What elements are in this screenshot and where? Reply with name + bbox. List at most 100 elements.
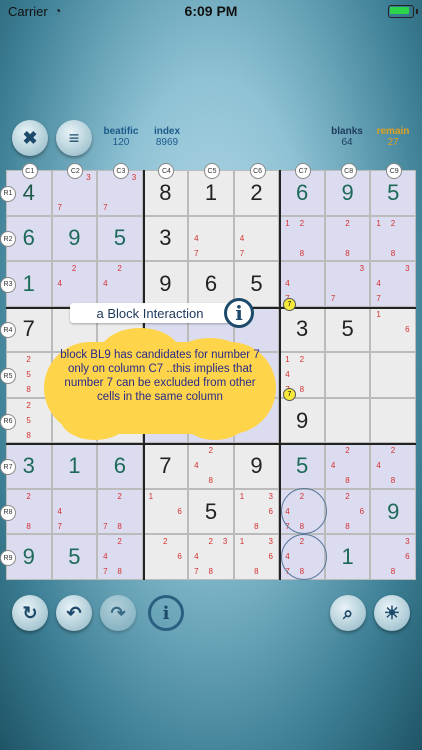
cell-value: 9	[387, 498, 400, 524]
candidate: 4	[194, 461, 199, 471]
board-cell[interactable]: 248	[370, 443, 416, 489]
column-label: C1	[21, 163, 38, 179]
cell-value: 5	[68, 544, 81, 570]
board-cell[interactable]: 26	[142, 534, 189, 580]
candidate: 8	[390, 248, 396, 258]
menu-button[interactable]: ≡	[56, 120, 92, 156]
board-cell[interactable]: 24	[51, 261, 98, 307]
board-cell[interactable]: 9	[233, 443, 280, 489]
board-cell[interactable]: 248	[188, 443, 234, 489]
candidate: 2	[117, 491, 122, 501]
board-cell[interactable]	[370, 397, 416, 444]
board-cell[interactable]: 1	[324, 534, 371, 580]
board-cell[interactable]: 9	[279, 397, 325, 444]
board-cell[interactable]: 12 8	[279, 215, 325, 262]
board-cell[interactable]: 6	[97, 443, 143, 489]
candidate: 7	[194, 567, 199, 577]
beatific-stat: beatific 120	[103, 126, 139, 148]
candidate: 2	[208, 446, 213, 456]
board-cell[interactable]: 47	[188, 215, 234, 262]
board-cell[interactable]: 9	[370, 488, 416, 535]
candidate: 3	[268, 537, 273, 547]
lightbulb-icon: ☀	[383, 602, 401, 623]
remain-stat: remain 27	[376, 126, 410, 148]
candidate: 8	[345, 248, 350, 258]
candidate: 2	[26, 491, 31, 501]
board-cell[interactable]: 12 8	[370, 215, 416, 262]
board-cell[interactable]: 47	[233, 215, 280, 262]
search-icon: ⌕	[342, 602, 354, 623]
board-cell[interactable]: 7	[142, 443, 189, 489]
candidate: 7	[57, 203, 62, 212]
candidate: 6	[177, 506, 182, 516]
hint-button[interactable]: ☀	[374, 595, 410, 631]
status-bar: Carrier ◔ 6:09 PM	[0, 0, 422, 22]
candidate: 1	[148, 491, 154, 501]
elimination-ring	[281, 488, 327, 534]
candidate: 1	[376, 218, 381, 228]
candidate: 8	[208, 476, 213, 486]
undo-button[interactable]: ↶	[56, 595, 92, 631]
board-cell[interactable]: 6	[188, 261, 234, 307]
search-button[interactable]: ⌕	[330, 595, 366, 631]
candidate: 2	[299, 218, 305, 228]
tip-title: a Block Interaction	[70, 303, 230, 323]
cell-value: 6	[204, 270, 218, 296]
candidate: 8	[26, 521, 31, 531]
tip-info-button[interactable]: i	[224, 298, 254, 328]
candidate: 2	[117, 264, 122, 274]
board-cell[interactable]: 23 4 78	[188, 534, 234, 580]
candidate: 7	[330, 294, 336, 304]
highlight-seven-mark: 7	[283, 298, 296, 311]
info-button[interactable]: i	[148, 595, 184, 631]
board-cell[interactable]: 24 78	[97, 534, 143, 580]
candidate: 8	[208, 567, 213, 577]
board-cell[interactable]: 1 3 68	[233, 534, 280, 580]
board-cell[interactable]: 5	[279, 443, 325, 489]
candidate: 6	[405, 552, 410, 562]
board-cell[interactable]	[370, 352, 416, 398]
board-cell[interactable]: 1 3 68	[233, 488, 280, 535]
close-button[interactable]: ✖	[12, 120, 48, 156]
board-cell[interactable]: 37	[324, 261, 371, 307]
cell-value: 1	[341, 544, 354, 570]
redo-button[interactable]: ↷	[100, 595, 136, 631]
board-cell[interactable]: 5	[51, 534, 98, 580]
candidate: 6	[405, 324, 410, 334]
candidate: 5	[26, 415, 31, 425]
board-cell[interactable]: 9	[51, 215, 98, 262]
board-cell[interactable]: 5	[324, 306, 371, 353]
board-cell[interactable]	[324, 397, 371, 444]
candidate: 1	[285, 355, 290, 365]
board-cell[interactable]: 16	[142, 488, 189, 535]
board-cell[interactable]: 1	[51, 443, 98, 489]
row-label: R3	[0, 276, 16, 293]
candidate: 4	[57, 506, 62, 516]
board-cell[interactable]: 9	[142, 261, 189, 307]
refresh-button[interactable]: ↻	[12, 595, 48, 631]
cell-value: 1	[68, 453, 81, 479]
candidate: 3	[131, 173, 137, 182]
board-cell[interactable]: 248	[324, 443, 371, 489]
board-cell[interactable]: 3 4 7	[370, 261, 416, 307]
candidate: 6	[359, 506, 365, 516]
board-cell[interactable]: 5	[97, 215, 143, 262]
board-cell[interactable]: 3	[142, 215, 189, 262]
candidate: 4	[57, 279, 62, 289]
column-label: C6	[249, 163, 266, 179]
board-cell[interactable]: 3	[279, 306, 325, 353]
board-cell[interactable]: 47	[51, 488, 98, 535]
board-cell[interactable]: 28	[324, 215, 371, 262]
candidate: 2	[71, 264, 77, 274]
candidate: 2	[162, 537, 168, 547]
board-cell[interactable]: 2 78	[97, 488, 143, 535]
candidate: 7	[103, 567, 108, 577]
candidate: 6	[268, 552, 273, 562]
board-cell[interactable]: 24	[97, 261, 143, 307]
candidate: 7	[57, 521, 62, 531]
board-cell[interactable]: 5	[188, 488, 234, 535]
board-cell[interactable]	[324, 352, 371, 398]
board-cell[interactable]: 3 68	[370, 534, 416, 580]
board-cell[interactable]: 268	[324, 488, 371, 535]
board-cell[interactable]: 16	[370, 306, 416, 353]
